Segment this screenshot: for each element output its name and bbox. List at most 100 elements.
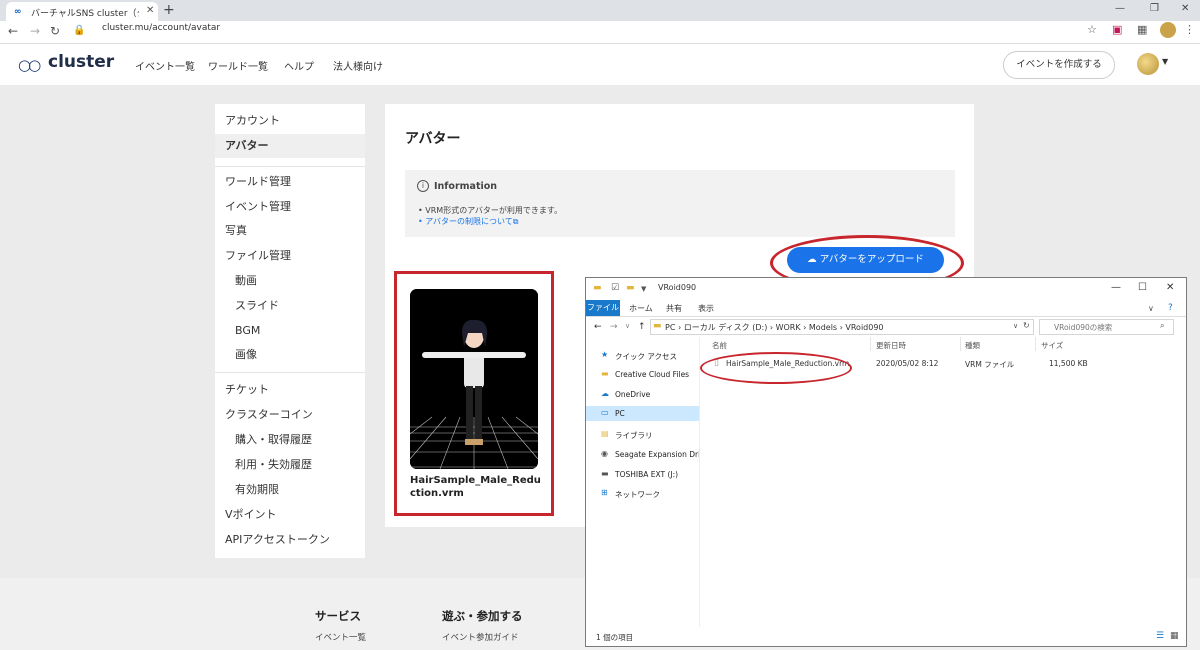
lock-icon[interactable]: 🔒 <box>73 25 85 36</box>
chevron-down-icon[interactable]: ▼ <box>1162 57 1168 66</box>
sidebar-item-world-manage[interactable]: ワールド管理 <box>215 170 365 194</box>
sidebar-item-bgm[interactable]: BGM <box>215 319 365 343</box>
ribbon-expand-icon[interactable]: ∨ <box>1148 304 1154 313</box>
close-window-icon[interactable]: ✕ <box>1181 3 1189 14</box>
bookmark-star-icon[interactable]: ☆ <box>1087 23 1097 36</box>
explorer-path-bar[interactable]: ▬ PC › ローカル ディスク (D:) › WORK › Models › … <box>650 319 1034 335</box>
sidebar-item-photos[interactable]: 写真 <box>215 219 365 243</box>
large-icons-view-icon[interactable]: ▦ <box>1170 631 1179 641</box>
explorer-close-icon[interactable]: ✕ <box>1166 282 1174 293</box>
file-modified: 2020/05/02 8:12 <box>876 359 939 368</box>
browser-tab[interactable]: ∞ バーチャルSNS cluster（クラスター） ✕ <box>6 2 158 21</box>
explorer-minimize-icon[interactable]: — <box>1111 282 1121 293</box>
explorer-nav-pane: ★ クイック アクセス ▬ Creative Cloud Files ☁ OneDri… <box>586 340 699 630</box>
footer-link-guide[interactable]: イベント参加ガイド <box>442 631 519 643</box>
quick-access-dropdown-icon[interactable]: ▼ <box>641 285 646 293</box>
help-icon[interactable]: ? <box>1168 303 1173 313</box>
nav-pc[interactable]: ▭ PC <box>586 406 699 421</box>
site-logo[interactable]: cluster <box>48 52 114 72</box>
avatar-filename[interactable]: HairSample_Male_Reduction.vrm <box>410 474 542 500</box>
ribbon-tab-share[interactable]: 共有 <box>666 303 682 314</box>
menu-kebab-icon[interactable]: ⋮ <box>1184 23 1195 36</box>
user-avatar[interactable] <box>1137 53 1159 75</box>
explorer-maximize-icon[interactable]: ☐ <box>1138 282 1147 293</box>
profile-avatar[interactable] <box>1160 22 1176 38</box>
address-bar[interactable]: cluster.mu/account/avatar <box>102 23 220 33</box>
reload-icon[interactable]: ↻ <box>50 24 60 38</box>
page-title: アバター <box>405 131 461 147</box>
sidebar-item-cluster-coin[interactable]: クラスターコイン <box>215 403 365 427</box>
info-title: Information <box>434 181 498 192</box>
nav-quick-access[interactable]: ★ クイック アクセス <box>586 348 699 363</box>
cluster-logo-icon[interactable]: ○○ <box>18 56 41 74</box>
column-size[interactable]: サイズ <box>1041 340 1063 351</box>
restore-icon[interactable]: ❐ <box>1150 3 1159 14</box>
info-text-vrm: • VRM形式のアバターが利用できます。 <box>418 206 563 215</box>
column-modified[interactable]: 更新日時 <box>876 340 906 351</box>
sidebar-item-account[interactable]: アカウント <box>215 109 365 133</box>
nav-worlds[interactable]: ワールド一覧 <box>208 58 268 73</box>
sidebar-item-purchase-history[interactable]: 購入・取得履歴 <box>215 428 365 452</box>
sidebar-item-usage-history[interactable]: 利用・失効履歴 <box>215 453 365 477</box>
sidebar-item-slides[interactable]: スライド <box>215 294 365 318</box>
footer-link-events[interactable]: イベント一覧 <box>315 631 366 643</box>
avatar-limits-link[interactable]: • アバターの制限について⧉ <box>418 216 518 227</box>
sidebar-item-images[interactable]: 画像 <box>215 343 365 367</box>
nav-onedrive[interactable]: ☁ OneDrive <box>586 387 699 402</box>
folder-icon: ▬ <box>593 283 602 293</box>
nav-help[interactable]: ヘルプ <box>284 58 314 73</box>
column-separator <box>870 337 871 351</box>
nav-seagate-drive[interactable]: ◉Seagate Expansion Drive ( <box>586 447 699 462</box>
nav-events[interactable]: イベント一覧 <box>135 58 195 73</box>
sidebar-item-file-manage[interactable]: ファイル管理 <box>215 244 365 268</box>
drive-icon: ▬ <box>601 469 609 478</box>
library-icon: ▤ <box>601 429 609 438</box>
nav-library[interactable]: ▤ ライブラリ <box>586 427 699 442</box>
browser-toolbar: ← → ↻ 🔒 cluster.mu/account/avatar ☆ ▣ ▦ … <box>0 21 1200 44</box>
sidebar-divider <box>215 166 365 167</box>
folder-icon: ▬ <box>601 369 609 378</box>
sidebar-item-event-manage[interactable]: イベント管理 <box>215 195 365 219</box>
forward-icon[interactable]: → <box>30 24 40 38</box>
path-dropdown-icon[interactable]: ∨ <box>1013 322 1018 330</box>
sidebar-item-vpoint[interactable]: Vポイント <box>215 503 365 527</box>
explorer-search-field[interactable]: VRoid090の検索 ⌕ <box>1039 319 1174 335</box>
sidebar-divider <box>215 372 365 373</box>
nav-network[interactable]: ⊞ ネットワーク <box>586 486 699 501</box>
extension-icon[interactable]: ▣ <box>1112 23 1122 36</box>
account-sidebar: アカウント アバター ワールド管理 イベント管理 写真 ファイル管理 動画 スラ… <box>215 104 365 558</box>
sidebar-item-tickets[interactable]: チケット <box>215 378 365 402</box>
new-tab-button[interactable]: + <box>163 2 175 18</box>
avatar-preview-image <box>410 289 538 469</box>
explorer-back-icon[interactable]: ← <box>594 322 602 332</box>
tab-title: バーチャルSNS cluster（クラスター） <box>31 9 139 19</box>
minimize-icon[interactable]: — <box>1115 3 1125 14</box>
sidebar-item-avatar[interactable]: アバター <box>215 134 365 158</box>
column-type[interactable]: 種類 <box>965 340 980 351</box>
sidebar-item-expiry[interactable]: 有効期限 <box>215 478 365 502</box>
extension-puzzle-icon[interactable]: ▦ <box>1137 23 1147 36</box>
explorer-titlebar: ▬ ☑ ▬ ▼ VRoid090 — ☐ ✕ <box>586 278 1186 300</box>
nav-business[interactable]: 法人様向け <box>333 58 383 73</box>
up-folder-icon[interactable]: ↑ <box>638 322 646 332</box>
back-icon[interactable]: ← <box>8 24 18 38</box>
nav-toshiba-drive[interactable]: ▬ TOSHIBA EXT (J:) <box>586 467 699 482</box>
nav-creative-cloud[interactable]: ▬ Creative Cloud Files <box>586 367 699 382</box>
explorer-forward-icon[interactable]: → <box>610 322 618 332</box>
ribbon-tab-home[interactable]: ホーム <box>629 303 653 314</box>
sidebar-item-video[interactable]: 動画 <box>215 269 365 293</box>
ribbon-tab-view[interactable]: 表示 <box>698 303 714 314</box>
sidebar-item-api-token[interactable]: APIアクセストークン <box>215 528 365 552</box>
ribbon-tab-file[interactable]: ファイル <box>586 300 620 316</box>
avatar-thumbnail[interactable] <box>410 289 538 469</box>
search-icon[interactable]: ⌕ <box>1160 321 1164 331</box>
file-type: VRM ファイル <box>965 360 1015 369</box>
properties-icon[interactable]: ☑ <box>611 283 619 293</box>
details-view-icon[interactable]: ☰ <box>1156 631 1164 641</box>
create-event-button[interactable]: イベントを作成する <box>1003 51 1115 79</box>
close-tab-icon[interactable]: ✕ <box>146 5 154 16</box>
recent-locations-icon[interactable]: ∨ <box>625 322 630 330</box>
refresh-icon[interactable]: ↻ <box>1023 321 1030 330</box>
column-name[interactable]: 名前 <box>712 340 727 351</box>
new-folder-icon[interactable]: ▬ <box>626 283 635 293</box>
